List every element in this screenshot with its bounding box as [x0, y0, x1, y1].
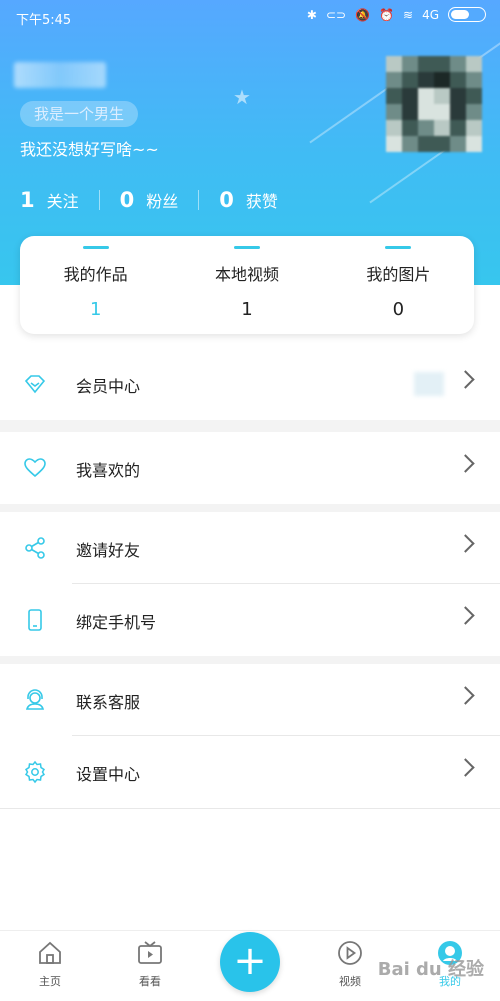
menu-item-bind-phone[interactable]: 绑定手机号	[0, 584, 500, 656]
tab-indicator	[82, 246, 109, 249]
menu-group-support: 联系客服 设置中心	[0, 664, 500, 809]
tab-label: 主页	[39, 975, 61, 988]
stat-following[interactable]: 1 关注	[20, 188, 79, 212]
profile-stats: 1 关注 0 粉丝 0 获赞	[20, 188, 278, 212]
chevron-right-icon	[456, 534, 475, 553]
share-icon	[25, 537, 45, 559]
section-gap	[0, 420, 500, 432]
divider	[98, 190, 100, 210]
status-icons: ✱ ⊂⊃ 🔕 ⏰ ≋ 4G	[307, 7, 486, 22]
play-circle-icon	[338, 941, 362, 965]
stat-label: 粉丝	[146, 192, 179, 211]
alarm-icon: ⏰	[379, 7, 394, 22]
bio-text[interactable]: 我还没想好写啥~~	[20, 136, 159, 160]
toggle-icon: ⊂⊃	[325, 7, 347, 22]
works-count: 1	[241, 299, 253, 320]
menu-item-customer-service[interactable]: 联系客服	[0, 664, 500, 736]
stat-label: 获赞	[245, 192, 278, 211]
works-count: 1	[89, 299, 102, 320]
works-label: 我的作品	[63, 265, 128, 284]
wifi-icon: ≋	[403, 7, 414, 22]
stat-number: 0	[219, 188, 234, 212]
divider	[198, 190, 200, 210]
stat-likes-received[interactable]: 0 获赞	[219, 188, 278, 212]
tab-my-works[interactable]: 我的作品 1	[20, 236, 171, 334]
status-bar: 下午5:45 ✱ ⊂⊃ 🔕 ⏰ ≋ 4G	[0, 0, 500, 34]
works-label: 本地视频	[214, 265, 279, 284]
vip-status-blurred	[414, 372, 444, 396]
works-count: 0	[392, 299, 405, 320]
username-blurred[interactable]	[14, 62, 106, 88]
menu-group-vip: 会员中心	[0, 348, 500, 420]
chevron-right-icon	[456, 454, 475, 473]
avatar[interactable]	[386, 56, 482, 152]
menu-label: 我喜欢的	[76, 461, 141, 480]
battery-icon	[448, 7, 486, 22]
chevron-right-icon	[456, 370, 475, 389]
tab-watch[interactable]: 看看	[120, 939, 180, 989]
tab-label: 看看	[139, 975, 161, 988]
add-content-button[interactable]: +	[220, 932, 280, 992]
menu-group-likes: 我喜欢的	[0, 432, 500, 504]
menu-item-settings[interactable]: 设置中心	[0, 736, 500, 808]
star-icon: ★	[233, 85, 251, 109]
tab-indicator	[233, 246, 260, 249]
tab-home[interactable]: 主页	[20, 939, 80, 989]
gear-icon	[24, 760, 46, 784]
chevron-right-icon	[456, 606, 475, 625]
menu-label: 设置中心	[76, 765, 141, 784]
row-divider	[0, 808, 500, 809]
status-time: 下午5:45	[16, 13, 72, 28]
menu-label: 联系客服	[76, 693, 141, 712]
tab-video[interactable]: 视频	[320, 939, 380, 989]
stat-fans[interactable]: 0 粉丝	[120, 188, 179, 212]
gender-tag[interactable]: 我是一个男生	[20, 101, 139, 127]
works-label: 我的图片	[366, 265, 431, 284]
phone-icon	[28, 609, 42, 631]
menu-label: 会员中心	[76, 377, 141, 396]
menu-item-vip-center[interactable]: 会员中心	[0, 348, 500, 420]
tv-icon	[138, 941, 162, 964]
stat-number: 0	[119, 188, 135, 212]
works-card: 我的作品 1 本地视频 1 我的图片 0	[20, 236, 474, 334]
tab-my-pictures[interactable]: 我的图片 0	[323, 236, 474, 334]
menu-group-social: 邀请好友 绑定手机号	[0, 512, 500, 656]
menu-label: 绑定手机号	[76, 613, 157, 632]
mute-icon: 🔕	[355, 7, 371, 22]
menu-label: 邀请好友	[76, 541, 141, 560]
heart-icon	[24, 458, 46, 478]
tab-local-videos[interactable]: 本地视频 1	[171, 236, 322, 334]
menu-item-invite-friends[interactable]: 邀请好友	[0, 512, 500, 584]
tab-indicator	[385, 246, 412, 249]
signal-icon: 4G	[422, 7, 439, 22]
stat-label: 关注	[46, 192, 79, 211]
menu-item-my-likes[interactable]: 我喜欢的	[0, 432, 500, 504]
tab-label: 视频	[339, 975, 361, 988]
diamond-icon	[24, 375, 46, 394]
chevron-right-icon	[456, 686, 475, 705]
chevron-right-icon	[456, 758, 475, 777]
headset-icon	[25, 689, 45, 710]
home-icon	[39, 941, 61, 964]
stat-number: 1	[20, 188, 35, 212]
watermark-logo: Bai du 经验	[377, 959, 484, 980]
bluetooth-icon: ✱	[306, 7, 317, 22]
